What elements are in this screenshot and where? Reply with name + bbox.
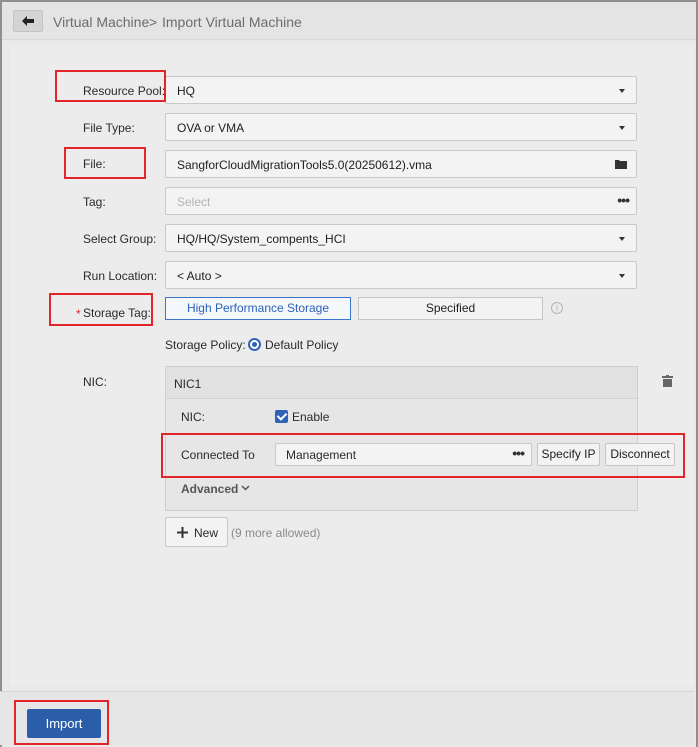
nic-enable-checkbox[interactable] — [275, 410, 288, 423]
file-value: SangforCloudMigrationTools5.0(20250612).… — [177, 158, 432, 172]
nic-enable-label: NIC: — [181, 410, 205, 424]
breadcrumb-current: Import Virtual Machine — [162, 14, 302, 30]
resource-pool-value: HQ — [177, 84, 195, 98]
highlight-resource-pool — [55, 70, 166, 102]
nic-limit-hint: (9 more allowed) — [231, 526, 321, 540]
storage-tag-option-specified[interactable]: Specified — [358, 297, 543, 320]
trash-icon[interactable] — [662, 375, 673, 387]
file-type-value: OVA or VMA — [177, 121, 245, 135]
breadcrumb-separator: > — [149, 14, 158, 30]
caret-down-icon — [619, 237, 625, 241]
nic-panel-title: NIC1 — [174, 377, 202, 391]
storage-tag-option-high-performance[interactable]: High Performance Storage — [165, 297, 351, 320]
highlight-import — [14, 700, 109, 745]
nic-label: NIC: — [83, 375, 107, 389]
highlight-file — [64, 147, 146, 179]
tag-placeholder: Select — [177, 195, 211, 209]
caret-down-icon — [619, 126, 625, 130]
select-group-select[interactable]: HQ/HQ/System_compents_HCI — [165, 224, 637, 252]
new-nic-button[interactable]: New — [165, 517, 228, 547]
new-nic-label: New — [194, 526, 219, 540]
top-bar: Virtual Machine > Import Virtual Machine — [2, 2, 696, 40]
storage-policy-label: Storage Policy: — [165, 338, 246, 352]
breadcrumb-parent[interactable]: Virtual Machine — [53, 14, 149, 30]
caret-down-icon — [619, 89, 625, 93]
select-group-value: HQ/HQ/System_compents_HCI — [177, 232, 346, 246]
tag-label: Tag: — [83, 195, 106, 209]
chevron-down-icon[interactable] — [241, 485, 250, 491]
nic-panel-header: NIC1 — [166, 367, 673, 399]
tag-input[interactable]: Select ••• — [165, 187, 637, 215]
advanced-toggle[interactable]: Advanced — [181, 482, 238, 496]
run-location-value: < Auto > — [177, 269, 222, 283]
back-button[interactable] — [13, 10, 43, 32]
run-location-select[interactable]: < Auto > — [165, 261, 637, 289]
folder-icon[interactable] — [615, 159, 627, 169]
highlight-connected-to — [161, 433, 685, 478]
highlight-storage-tag — [49, 293, 153, 326]
info-icon[interactable]: i — [551, 302, 563, 314]
arrow-left-icon — [22, 16, 34, 26]
select-group-label: Select Group: — [83, 232, 157, 246]
default-policy-text: Default Policy — [265, 338, 339, 352]
caret-down-icon — [619, 274, 625, 278]
plus-icon — [177, 527, 188, 538]
more-icon[interactable]: ••• — [617, 192, 630, 208]
run-location-label: Run Location: — [83, 269, 158, 283]
file-type-label: File Type: — [83, 121, 135, 135]
file-input[interactable]: SangforCloudMigrationTools5.0(20250612).… — [165, 150, 637, 178]
default-policy-radio[interactable] — [248, 338, 261, 351]
nic-enable-text: Enable — [292, 410, 330, 424]
resource-pool-select[interactable]: HQ — [165, 76, 637, 104]
file-type-select[interactable]: OVA or VMA — [165, 113, 637, 141]
